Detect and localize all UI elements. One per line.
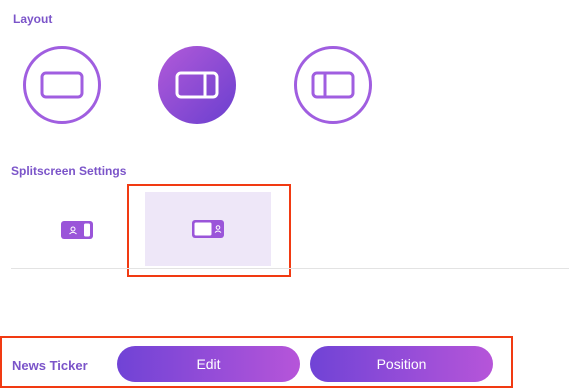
news-ticker-label: News Ticker [12, 358, 88, 373]
split-overlay-right-icon [192, 220, 224, 238]
layout-option-split-right[interactable] [158, 46, 236, 124]
splitscreen-option-overlay-right[interactable] [145, 192, 271, 266]
split-left-layout-icon [311, 71, 355, 99]
layout-section-title: Layout [13, 12, 53, 26]
split-overlay-left-icon [61, 221, 93, 239]
split-right-layout-icon [175, 71, 219, 99]
position-button[interactable]: Position [310, 346, 493, 382]
layout-option-fullscreen[interactable] [23, 46, 101, 124]
edit-button[interactable]: Edit [117, 346, 300, 382]
fullscreen-layout-icon [40, 71, 84, 99]
section-divider [11, 268, 569, 269]
layout-option-split-left[interactable] [294, 46, 372, 124]
splitscreen-option-overlay-left[interactable] [43, 196, 111, 264]
splitscreen-section-title: Splitscreen Settings [11, 164, 127, 178]
settings-panel: Layout Splitscreen Settings News Ticker … [0, 0, 569, 390]
